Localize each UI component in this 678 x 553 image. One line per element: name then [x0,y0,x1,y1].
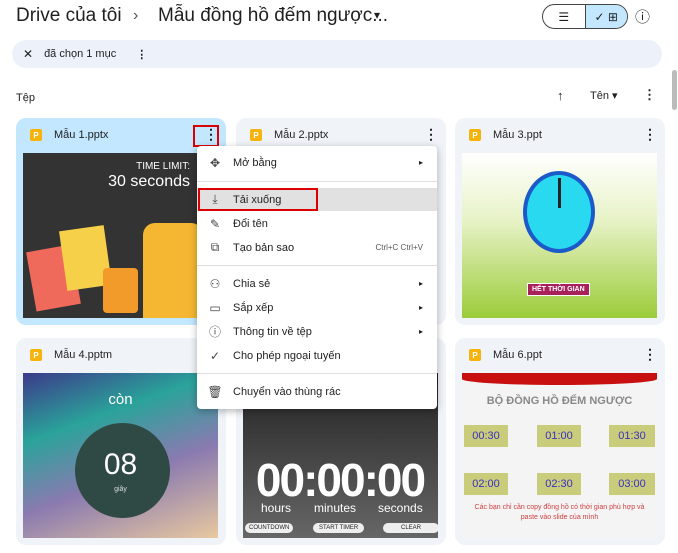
file-name: Mẫu 2.pptx [274,129,329,141]
submenu-arrow-icon: ▸ [418,303,423,312]
more-actions-icon[interactable]: ⋮ [643,126,657,143]
menu-label: Cho phép ngoại tuyến [233,349,341,362]
offline-check-icon: ✓ [209,348,221,363]
menu-label: Đổi tên [233,217,268,230]
thumb-text: hours [261,501,292,515]
move-icon: ✥ [209,155,221,170]
folder-dropdown-icon[interactable]: ▾ [374,8,380,22]
copy-icon: ⧉ [210,240,220,254]
menu-label: Mở bằng [233,156,277,169]
file-thumbnail: HẾT THỜI GIAN [462,153,657,318]
sort-by-button[interactable]: Tên ▾ [590,89,618,102]
highlight-box [193,125,219,147]
file-name: Mẫu 4.pptm [54,349,113,361]
thumb-text: minutes [314,501,357,515]
thumb-text: START TIMER [313,523,365,533]
thumb-text: 02:30 [537,473,581,495]
person-add-icon: ⚇ [209,276,221,291]
file-name: Mẫu 1.pptx [54,129,109,141]
file-thumbnail: BỘ ĐỒNG HỒ ĐẾM NGƯỢC 00:30 01:00 01:30 0… [462,373,657,538]
thumb-text: COUNTDOWN [245,523,294,533]
folder-icon: ▭ [209,300,221,315]
file-card[interactable]: P Mẫu 3.ppt ⋮ HẾT THỜI GIAN [455,118,665,325]
section-more-icon[interactable]: ⋮ [643,87,656,103]
thumb-text: còn [108,391,133,408]
breadcrumb-separator: › [133,7,139,24]
breadcrumb-folder[interactable]: Mẫu đồng hồ đếm ngược... [158,5,388,27]
highlight-box [198,188,318,211]
menu-item-organize[interactable]: ▭ Sắp xếp ▸ [197,296,437,319]
breadcrumb-root[interactable]: Drive của tôi [16,5,122,27]
more-actions-icon[interactable]: ⋮ [643,346,657,363]
menu-item-offline[interactable]: ✓ Cho phép ngoại tuyến [197,344,437,367]
clear-selection-icon[interactable]: ✕ [23,47,33,61]
thumb-text: CLEAR [383,523,438,533]
menu-label: Tạo bản sao [233,241,295,254]
thumb-text: giây [114,486,127,493]
context-menu: ✥ Mở bằng ▸ ⤓ Tải xuống ✎ Đổi tên ⧉ Tạo bản s… [197,146,437,409]
view-toggle: ☰ ✓ ⊞ [542,4,628,29]
file-card[interactable]: P Mẫu 6.ppt ⋮ BỘ ĐỒNG HỒ ĐẾM NGƯỢC 00:30 … [455,338,665,545]
menu-label: Sắp xếp [233,301,274,314]
thumb-text: 30 seconds [108,173,190,190]
file-name: Mẫu 3.ppt [493,129,542,141]
thumb-text: TIME LIMIT: [136,161,190,172]
submenu-arrow-icon: ▸ [418,279,423,288]
file-card[interactable]: P Mẫu 4.pptm còn 08 giây [16,338,226,545]
thumb-text: HẾT THỜI GIAN [527,283,590,296]
thumb-text: 00:00:00 [255,454,426,506]
sort-direction-icon[interactable]: ↑ [557,88,564,103]
menu-item-share[interactable]: ⚇ Chia sẻ ▸ [197,272,437,295]
slides-file-icon: P [30,129,42,141]
selection-bar: ✕ đã chọn 1 mục ⋮ [12,40,662,68]
menu-label: Chuyển vào thùng rác [233,385,341,398]
grid-view-button[interactable]: ✓ ⊞ [584,5,627,28]
more-actions-icon[interactable]: ⋮ [424,126,438,143]
scrollbar[interactable] [672,70,677,110]
thumb-text: BỘ ĐỒNG HỒ ĐẾM NGƯỢC [486,395,633,407]
thumb-text: 01:00 [537,425,581,447]
menu-item-make-copy[interactable]: ⧉ Tạo bản sao Ctrl+C Ctrl+V [197,236,437,259]
info-icon: ⓘ [208,325,221,339]
section-title: Tệp [16,92,35,104]
file-thumbnail: TIME LIMIT: 30 seconds [23,153,218,318]
thumb-text: seconds [378,501,423,515]
menu-item-file-info[interactable]: ⓘ Thông tin về tệp ▸ [197,320,437,343]
thumb-text: 08 [103,448,138,481]
slides-file-icon: P [30,349,42,361]
thumb-text: 02:00 [464,473,508,495]
submenu-arrow-icon: ▸ [418,327,423,336]
menu-item-rename[interactable]: ✎ Đổi tên [197,212,437,235]
file-card[interactable]: P Mẫu 1.pptx ⋮ TIME LIMIT: 30 seconds [16,118,226,325]
thumb-text: 03:00 [609,473,655,495]
thumb-text: 01:30 [609,425,655,447]
selection-more-icon[interactable]: ⋮ [136,48,147,61]
menu-item-trash[interactable]: 🗑 Chuyển vào thùng rác [197,380,437,403]
slides-file-icon: P [250,129,262,141]
pencil-icon: ✎ [209,216,221,231]
shortcut-hint: Ctrl+C Ctrl+V [375,243,423,252]
slides-file-icon: P [469,129,481,141]
selection-count: đã chọn 1 mục [44,48,117,60]
list-view-button[interactable]: ☰ [543,5,585,28]
menu-label: Thông tin về tệp [233,325,312,338]
file-thumbnail: còn 08 giây [23,373,218,538]
file-name: Mẫu 6.ppt [493,349,542,361]
submenu-arrow-icon: ▸ [418,158,423,167]
info-icon[interactable]: ⓘ [635,6,650,27]
trash-icon: 🗑 [207,384,223,399]
slides-file-icon: P [469,349,481,361]
menu-label: Chia sẻ [233,277,271,290]
thumb-text: Các bạn chỉ cần copy đồng hồ có thời gia… [474,504,645,521]
thumb-text: 00:30 [464,425,508,447]
menu-item-open-with[interactable]: ✥ Mở bằng ▸ [197,151,437,174]
